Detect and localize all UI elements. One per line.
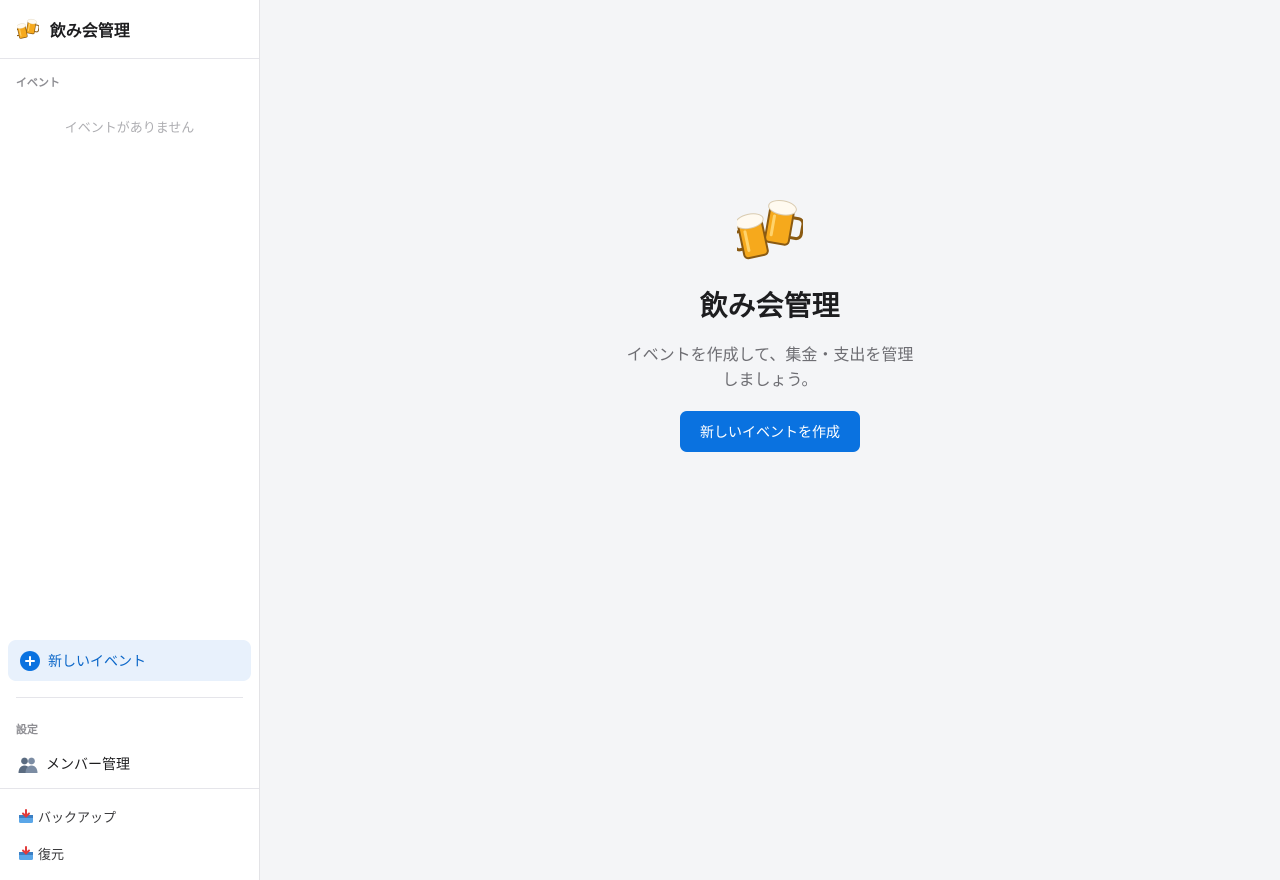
tray-icon — [18, 809, 34, 824]
new-event-button[interactable]: 新しいイベント — [8, 640, 251, 681]
page-description: イベントを作成して、集金・支出を管理しましょう。 — [626, 345, 914, 389]
restore-button[interactable]: 復元 — [18, 844, 64, 863]
sidebar-item-members[interactable]: メンバー管理 — [8, 748, 251, 780]
plus-circle-icon — [20, 650, 40, 671]
page-title: 飲み会管理 — [699, 289, 840, 322]
new-event-label: 新しいイベント — [48, 653, 146, 670]
people-icon — [18, 754, 38, 774]
sidebar: 飲み会管理 イベント イベントがありません 新しいイベント 設定 メンバー管理 … — [0, 0, 260, 880]
app-root: 飲み会管理 イベント イベントがありません 新しいイベント 設定 メンバー管理 … — [0, 0, 1280, 880]
settings-section-label: 設定 — [16, 723, 38, 736]
sidebar-divider — [16, 697, 243, 698]
backup-label: バックアップ — [38, 811, 117, 826]
create-event-button[interactable]: 新しいイベントを作成 — [680, 411, 860, 452]
empty-events-message: イベントがありません — [64, 121, 195, 136]
beer-mugs-icon — [17, 18, 39, 40]
app-title: 飲み会管理 — [50, 21, 131, 40]
restore-label: 復元 — [38, 848, 65, 863]
events-section-label: イベント — [16, 76, 60, 89]
sidebar-footer: バックアップ 復元 — [0, 788, 259, 880]
main-content: 飲み会管理 イベントを作成して、集金・支出を管理しましょう。 新しいイベントを作… — [260, 0, 1280, 880]
tray-icon — [18, 846, 34, 861]
backup-button[interactable]: バックアップ — [18, 807, 116, 826]
beer-mugs-icon — [737, 198, 803, 262]
members-label: メンバー管理 — [46, 757, 130, 773]
sidebar-header: 飲み会管理 — [0, 0, 259, 59]
empty-state: 飲み会管理 イベントを作成して、集金・支出を管理しましょう。 新しいイベントを作… — [260, 198, 1280, 452]
